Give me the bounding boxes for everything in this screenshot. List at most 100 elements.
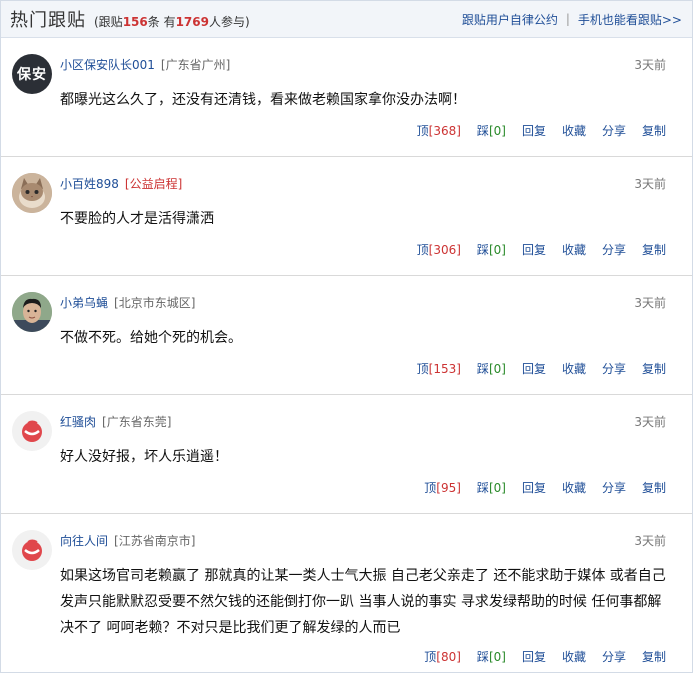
comment-item: 向往人间 [江苏省南京市] 3天前 如果这场官司老赖赢了 那就真的让某一类人士气…	[1, 514, 692, 672]
upvote-button[interactable]: 顶[80]	[424, 648, 461, 665]
user-location: [北京市东城区]	[114, 296, 196, 310]
reply-button[interactable]: 回复	[522, 648, 546, 665]
mobile-link[interactable]: 手机也能看跟贴>>	[578, 11, 682, 28]
comment-meta: 红骚肉 [广东省东莞]	[60, 413, 171, 430]
comment-actions: 顶[368] 踩[0] 回复 收藏 分享 复制	[401, 122, 666, 139]
comment-item: 小弟乌蝇 [北京市东城区] 3天前 不做不死。给她个死的机会。 顶[153] 踩…	[1, 276, 692, 395]
share-button[interactable]: 分享	[602, 360, 626, 377]
downvote-label: 踩	[476, 243, 489, 257]
upvote-label: 顶	[424, 481, 437, 495]
username-link[interactable]: 小百姓898	[60, 175, 119, 192]
upvote-button[interactable]: 顶[153]	[417, 360, 461, 377]
downvote-count: [0]	[488, 650, 506, 664]
comment-text: 不做不死。给她个死的机会。	[60, 330, 242, 346]
favorite-button[interactable]: 收藏	[562, 360, 586, 377]
comment-item: 小百姓898 [公益启程] 3天前 不要脸的人才是活得潇洒 顶[306] 踩[0…	[1, 157, 692, 276]
panel-header: 热门跟贴 (跟贴156条 有1769人参与) 跟贴用户自律公约 | 手机也能看跟…	[1, 1, 692, 38]
favorite-button[interactable]: 收藏	[562, 648, 586, 665]
downvote-button[interactable]: 踩[0]	[477, 241, 506, 258]
header-links: 跟贴用户自律公约 | 手机也能看跟贴>>	[462, 11, 682, 28]
copy-button[interactable]: 复制	[642, 122, 666, 139]
copy-button[interactable]: 复制	[642, 360, 666, 377]
user-location: [广东省东莞]	[102, 415, 172, 429]
comment-time: 3天前	[634, 58, 666, 72]
comment-text: 好人没好报，坏人乐逍遥！	[60, 449, 228, 465]
stats-prefix: (跟贴	[94, 15, 123, 29]
downvote-count: [0]	[488, 243, 506, 257]
copy-button[interactable]: 复制	[642, 479, 666, 496]
avatar-default-red-logo-icon[interactable]	[12, 411, 52, 451]
cat-photo-icon	[12, 173, 52, 213]
stats-suffix: 人参与)	[208, 15, 250, 29]
comment-stats: (跟贴156条 有1769人参与)	[94, 13, 250, 30]
upvote-label: 顶	[416, 124, 429, 138]
comment-text: 都曝光这么久了，还没有还清钱，看来做老赖国家拿你没办法啊！	[60, 92, 466, 108]
copy-button[interactable]: 复制	[642, 648, 666, 665]
comment-meta: 小弟乌蝇 [北京市东城区]	[60, 294, 195, 311]
stats-mid: 条 有	[147, 15, 176, 29]
comment-time: 3天前	[634, 415, 666, 429]
upvote-label: 顶	[416, 362, 429, 376]
downvote-label: 踩	[476, 481, 489, 495]
participant-count: 1769	[175, 15, 209, 29]
comment-time: 3天前	[634, 534, 666, 548]
default-red-logo-icon	[12, 530, 52, 570]
avatar-default-red-logo-icon[interactable]	[12, 530, 52, 570]
user-location: [江苏省南京市]	[114, 534, 196, 548]
comment-item: 保安 小区保安队长001 [广东省广州] 3天前 都曝光这么久了，还没有还清钱，…	[1, 38, 692, 157]
reply-button[interactable]: 回复	[522, 241, 546, 258]
username-link[interactable]: 红骚肉	[60, 413, 96, 430]
reply-button[interactable]: 回复	[522, 122, 546, 139]
favorite-button[interactable]: 收藏	[562, 479, 586, 496]
header-left: 热门跟贴 (跟贴156条 有1769人参与)	[10, 6, 250, 32]
downvote-label: 踩	[476, 124, 489, 138]
comment-text: 如果这场官司老赖赢了 那就真的让某一类人士气大振 自己老父亲走了 还不能求助于媒…	[60, 568, 666, 636]
share-button[interactable]: 分享	[602, 479, 626, 496]
downvote-label: 踩	[476, 362, 489, 376]
upvote-button[interactable]: 顶[306]	[417, 241, 461, 258]
comment-actions: 顶[80] 踩[0] 回复 收藏 分享 复制	[408, 648, 666, 665]
share-button[interactable]: 分享	[602, 241, 626, 258]
username-link[interactable]: 向往人间	[60, 532, 108, 549]
downvote-count: [0]	[488, 481, 506, 495]
rules-link[interactable]: 跟贴用户自律公约	[462, 11, 558, 28]
header-separator: |	[565, 12, 570, 26]
avatar-security-badge-icon[interactable]: 保安	[12, 54, 52, 94]
username-link[interactable]: 小弟乌蝇	[60, 294, 108, 311]
username-link[interactable]: 小区保安队长001	[60, 56, 155, 73]
reply-button[interactable]: 回复	[522, 360, 546, 377]
downvote-button[interactable]: 踩[0]	[477, 122, 506, 139]
user-location: [公益启程]	[124, 177, 183, 191]
upvote-count: [368]	[428, 124, 461, 138]
share-button[interactable]: 分享	[602, 648, 626, 665]
favorite-button[interactable]: 收藏	[562, 241, 586, 258]
person-photo-icon	[12, 292, 52, 332]
panel-title: 热门跟贴	[10, 10, 86, 31]
comment-actions: 顶[153] 踩[0] 回复 收藏 分享 复制	[401, 360, 666, 377]
favorite-button[interactable]: 收藏	[562, 122, 586, 139]
upvote-count: [306]	[428, 243, 461, 257]
downvote-button[interactable]: 踩[0]	[477, 648, 506, 665]
comment-meta: 小区保安队长001 [广东省广州]	[60, 56, 230, 73]
upvote-label: 顶	[424, 650, 437, 664]
reply-button[interactable]: 回复	[522, 479, 546, 496]
upvote-label: 顶	[416, 243, 429, 257]
upvote-button[interactable]: 顶[95]	[424, 479, 461, 496]
user-location: [广东省广州]	[160, 58, 231, 72]
comment-meta: 小百姓898 [公益启程]	[60, 175, 182, 192]
comment-text: 不要脸的人才是活得潇洒	[60, 211, 214, 227]
upvote-button[interactable]: 顶[368]	[417, 122, 461, 139]
downvote-count: [0]	[488, 124, 506, 138]
comment-actions: 顶[306] 踩[0] 回复 收藏 分享 复制	[401, 241, 666, 258]
copy-button[interactable]: 复制	[642, 241, 666, 258]
avatar-cat-photo-icon[interactable]	[12, 173, 52, 213]
share-button[interactable]: 分享	[602, 122, 626, 139]
downvote-count: [0]	[488, 362, 506, 376]
downvote-button[interactable]: 踩[0]	[477, 479, 506, 496]
avatar-text: 保安	[17, 67, 47, 83]
downvote-button[interactable]: 踩[0]	[477, 360, 506, 377]
avatar-person-photo-icon[interactable]	[12, 292, 52, 332]
reply-count: 156	[122, 15, 148, 29]
comment-meta: 向往人间 [江苏省南京市]	[60, 532, 195, 549]
comment-actions: 顶[95] 踩[0] 回复 收藏 分享 复制	[408, 479, 666, 496]
